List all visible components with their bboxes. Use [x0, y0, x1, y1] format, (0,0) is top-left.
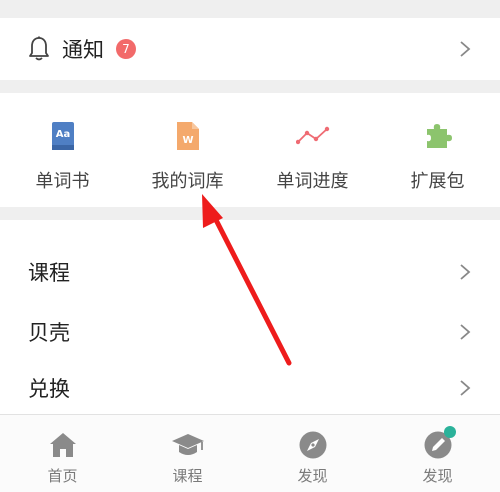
section-divider-1: [0, 80, 500, 93]
bell-icon: [28, 36, 50, 62]
chevron-right-icon: [460, 324, 471, 340]
tool-label: 扩展包: [410, 171, 465, 192]
section-divider-2: [0, 207, 500, 220]
svg-text:Aa: Aa: [55, 129, 70, 140]
tool-my-wordbank[interactable]: W 我的词库: [125, 93, 250, 207]
tab-label: 首页: [47, 467, 78, 485]
tool-label: 单词书: [35, 171, 90, 192]
tab-label: 课程: [172, 467, 203, 485]
tools-grid: Aa 单词书 W 我的词库 单词进度 扩展包: [0, 93, 500, 207]
menu-item-label: 课程: [28, 261, 70, 285]
profile-pen-icon: [421, 426, 456, 461]
tab-label: 发现: [297, 467, 328, 485]
compass-icon: [296, 429, 330, 461]
tab-home[interactable]: 首页: [0, 415, 125, 492]
notification-badge: 7: [116, 39, 136, 59]
tab-discover[interactable]: 发现: [250, 415, 375, 492]
tool-word-book[interactable]: Aa 单词书: [0, 93, 125, 207]
tab-label: 发现: [422, 467, 453, 485]
bottom-tab-bar: 首页 课程 发现 发现: [0, 414, 500, 492]
chevron-right-icon: [460, 264, 471, 280]
chevron-right-icon: [460, 41, 471, 57]
graduation-cap-icon: [171, 429, 205, 461]
puzzle-icon: [421, 119, 455, 153]
notification-label: 通知: [62, 38, 104, 62]
svg-text:W: W: [182, 135, 193, 146]
tool-extension-pack[interactable]: 扩展包: [375, 93, 500, 207]
notification-row[interactable]: 通知 7: [0, 18, 500, 80]
home-icon: [46, 429, 80, 461]
tab-courses[interactable]: 课程: [125, 415, 250, 492]
menu-item-shells[interactable]: 贝壳: [0, 302, 500, 362]
notification-dot: [443, 426, 456, 438]
progress-line-icon: [295, 119, 330, 153]
tab-profile[interactable]: 发现: [375, 415, 500, 492]
menu-item-courses[interactable]: 课程: [0, 242, 500, 302]
top-divider: [0, 0, 500, 18]
menu-item-label: 贝壳: [28, 321, 70, 345]
word-file-icon: W: [171, 119, 205, 153]
tool-label: 单词进度: [276, 171, 349, 192]
menu-item-label: 兑换: [28, 377, 70, 401]
tool-label: 我的词库: [151, 171, 224, 192]
menu-item-redeem[interactable]: 兑换: [0, 362, 500, 414]
chevron-right-icon: [460, 380, 471, 396]
tool-word-progress[interactable]: 单词进度: [250, 93, 375, 207]
book-icon: Aa: [46, 119, 80, 153]
